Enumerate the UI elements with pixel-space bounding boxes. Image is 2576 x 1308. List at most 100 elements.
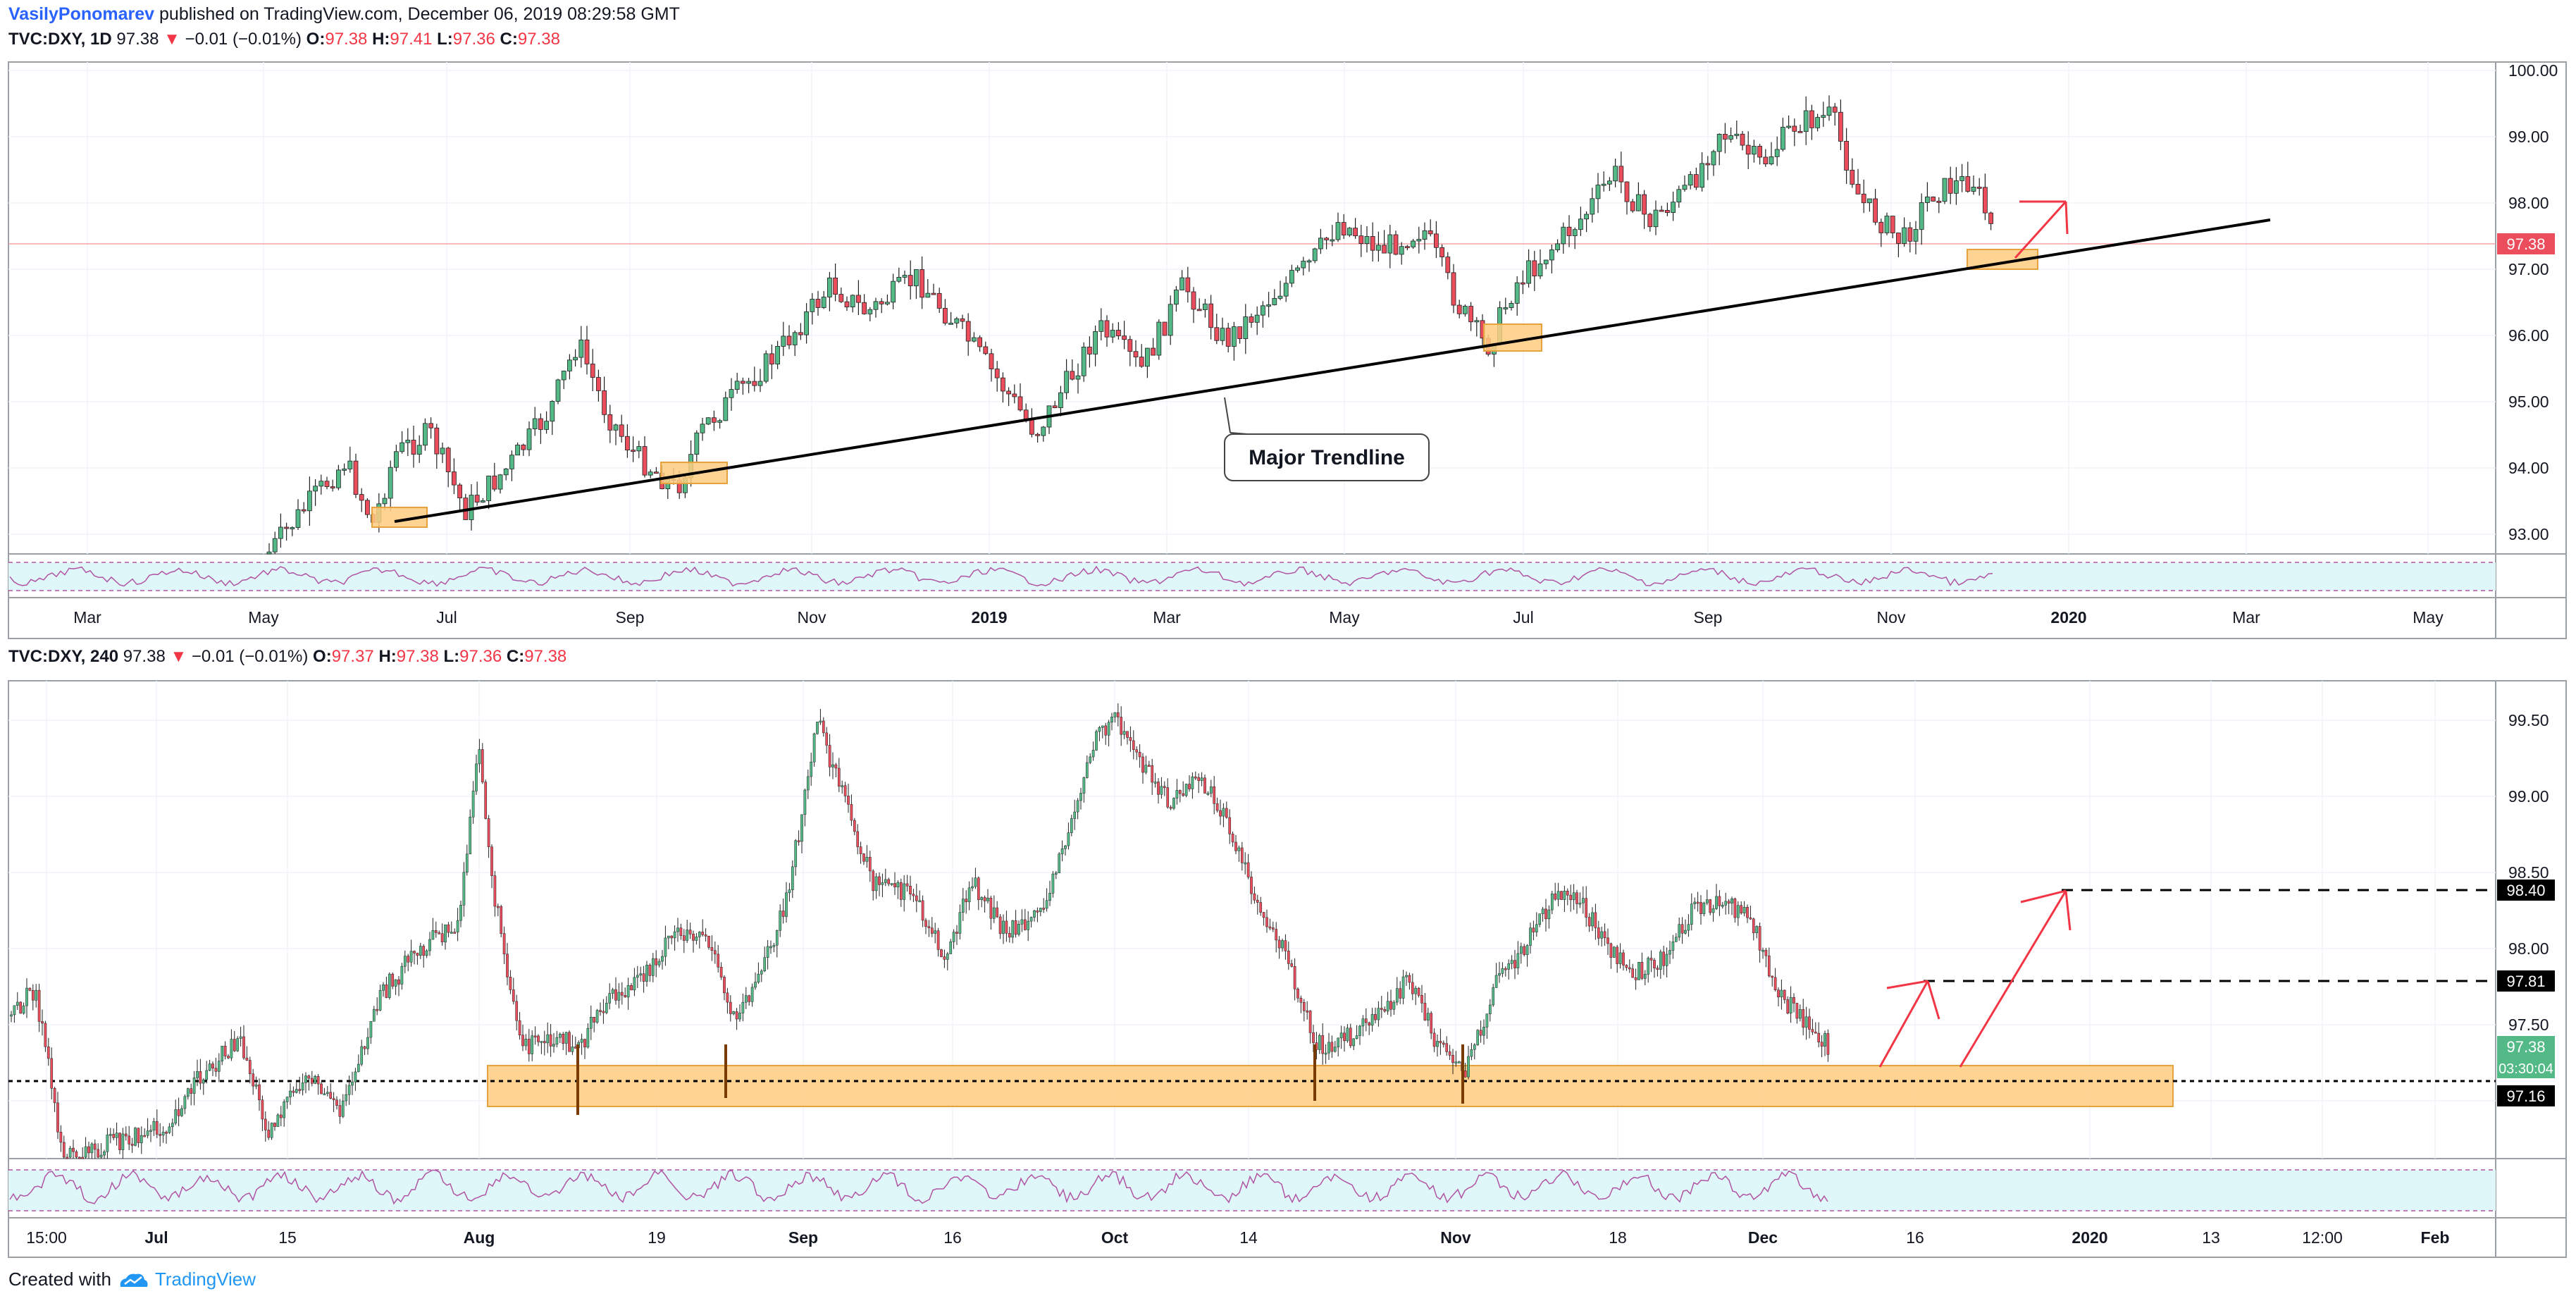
chart2-candle [1653,958,1656,978]
chart2-candle [1364,1008,1368,1032]
chart2-candle [977,876,980,911]
chart2-candle [707,935,710,950]
chart2-candle [1377,1001,1380,1027]
chart1-candle [1249,313,1254,328]
chart2-candle [1401,969,1405,1005]
chart2-candle [571,1035,574,1055]
chart1-time-axis[interactable]: Mar May Jul Sep Nov 2019 Mar May Jul Sep Nov 2020 Ma… [73,608,2444,627]
chart2-candle [834,763,838,777]
chart2-candle [159,1123,162,1147]
chart1-candle [1982,173,1988,221]
chart1-candle [1711,149,1716,176]
chart1-legend: TVC:DXY, 1D 97.38 ▼ −0.01 (−0.01%) O:97.… [8,30,560,49]
chart1-candle [266,543,272,555]
chart1-candle [798,323,803,340]
chart2-candle [1107,720,1110,747]
chart2-candle [450,921,453,934]
chart2-candle [980,896,984,908]
chart2-candle [679,923,683,940]
chart2-o: 97.37 [331,647,374,666]
chart1-candle [550,400,555,436]
badge-support-text: 97.16 [2506,1087,2545,1105]
chart2-candle [1547,905,1551,929]
chart1-symbol[interactable]: TVC:DXY, 1D [8,30,112,49]
chart2-candle [1668,941,1671,964]
chart2-candle [1585,886,1588,927]
chart1-up-arrow[interactable] [2014,200,2069,259]
chart2-candle [1191,772,1194,799]
chart2-candle [227,1054,230,1059]
chart2-candle [1005,911,1008,942]
chart2-candle [50,1047,54,1099]
chart1-l: 97.36 [452,30,495,49]
chart1-candle [1081,342,1086,382]
chart2-candle [292,1086,295,1097]
chart2-candle [905,875,909,892]
chart2-candle [475,754,478,795]
chart2-candle [890,883,893,887]
chart2-candle [1432,1028,1436,1052]
chart1-candle [1335,212,1341,242]
chart2-candle [574,1037,577,1049]
chart1-candle [1578,206,1583,236]
chart2-symbol[interactable]: TVC:DXY, 240 [8,647,118,666]
chart2-candle [165,1130,168,1144]
tradingview-link[interactable]: TradingView [155,1269,256,1290]
chart1-candle [428,417,433,439]
chart2-candle [1014,910,1017,938]
chart2-candle [1752,918,1755,941]
chart1-candle [284,522,290,541]
chart2-candle [388,972,391,1000]
chart1-candle [318,474,324,495]
chart2-candle [704,928,707,942]
chart2-candle [1680,917,1684,944]
chart1-candle [1815,113,1821,132]
chart1-price-axis[interactable]: 100.00 99.00 98.00 97.00 96.00 95.00 94.00 93.0… [2508,61,2558,543]
chart2-candle [419,942,422,959]
chart1-candle [862,294,867,315]
chart2-candle [75,1149,78,1159]
chart1-o-label: O: [306,30,326,49]
chart2-candle [1467,1046,1470,1080]
chart2-candle [434,921,438,938]
chart1-candle [1001,372,1005,403]
support-zone[interactable] [487,1065,2174,1107]
chart1-candle [919,256,924,309]
daily-chart[interactable]: Major Trendline 100.00 99.00 98.00 97.00 96.… [0,59,2576,641]
chart2-arrow-long[interactable] [1959,889,2072,1068]
four-hour-chart[interactable]: 99.5099.0098.5098.0097.5097.00 98.40 97.… [0,678,2576,1260]
chart2-candle [642,965,645,993]
trendline-callout[interactable]: Major Trendline [1224,397,1430,481]
chart2-time-axis[interactable]: 15:00 Jul 15 Aug 19 Sep 16 Oct 14 Nov 18 Dec 16 2020 1… [26,1228,2449,1247]
tradingview-logo-icon [120,1273,148,1288]
chart1-candle [769,344,774,379]
chart2-candle [1724,892,1728,915]
chart2-candle [986,889,989,904]
chart1-price-label: 95.00 [2508,393,2549,411]
chart2-candle [1089,753,1092,765]
chart2-candle [1482,1019,1485,1045]
chart1-candle [1012,384,1017,404]
chart2-candle [118,1133,121,1154]
chart2-candle [719,962,723,980]
chart2-candle [903,875,906,912]
chart1-candle [723,391,729,421]
chart1-candle [1064,359,1069,400]
author-link[interactable]: VasilyPonomarev [8,4,154,24]
chart2-time-label: Feb [2421,1228,2450,1247]
chart2-candle [186,1087,190,1100]
chart2-candle [1504,966,1507,977]
chart2-candle [1256,894,1259,915]
chart1-candle [1434,221,1439,259]
chart1-candle [786,325,792,350]
chart1-candle [486,475,491,510]
chart1-candle [867,307,873,322]
chart1-candle [972,332,977,343]
chart2-candle [1417,987,1420,998]
chart1-candle [1456,300,1462,319]
chart2-candle [1541,906,1544,922]
chart2-candle [1777,987,1780,1007]
chart2-candle [338,1099,342,1124]
chart2-arrow-short[interactable] [1878,980,1940,1068]
chart1-candle [526,421,532,457]
